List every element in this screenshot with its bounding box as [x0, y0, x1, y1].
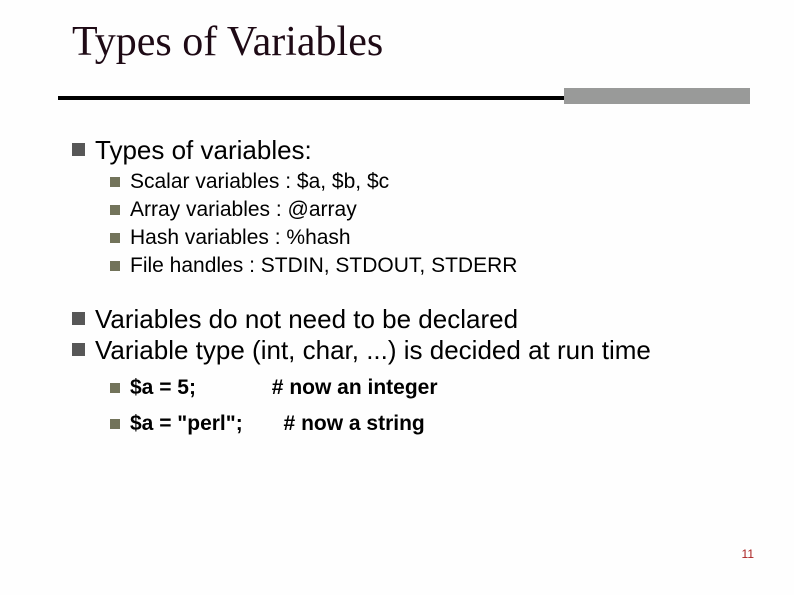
section2-examples: $a = 5; # now an integer $a = "perl"; # …	[110, 376, 742, 436]
bullet-l2: $a = "perl"; # now a string	[110, 412, 742, 436]
slide-content: Types of variables: Scalar variables : $…	[72, 135, 742, 436]
bullet-l1: Variables do not need to be declared	[72, 304, 742, 335]
square-bullet-icon	[72, 143, 85, 156]
square-bullet-icon	[110, 261, 120, 271]
section1-item: Hash variables : %hash	[130, 226, 351, 250]
example-line: $a = 5; # now an integer	[130, 376, 438, 400]
bullet-l1: Variable type (int, char, ...) is decide…	[72, 335, 742, 366]
square-bullet-icon	[110, 383, 120, 393]
square-bullet-icon	[72, 343, 85, 356]
section1-item: File handles : STDIN, STDOUT, STDERR	[130, 254, 517, 278]
square-bullet-icon	[110, 177, 120, 187]
section2-line1: Variables do not need to be declared	[95, 304, 518, 335]
bullet-l2: Array variables : @array	[110, 198, 742, 222]
bullet-l2: Hash variables : %hash	[110, 226, 742, 250]
bullet-l2: Scalar variables : $a, $b, $c	[110, 170, 742, 194]
bullet-l2: $a = 5; # now an integer	[110, 376, 742, 400]
divider-tab	[564, 88, 750, 104]
square-bullet-icon	[110, 419, 120, 429]
bullet-l2: File handles : STDIN, STDOUT, STDERR	[110, 254, 742, 278]
page-number: 11	[742, 547, 754, 561]
slide-title: Types of Variables	[72, 18, 383, 66]
bullet-l1: Types of variables:	[72, 135, 742, 166]
section1-item: Array variables : @array	[130, 198, 357, 222]
square-bullet-icon	[72, 312, 85, 325]
section1-heading: Types of variables:	[95, 135, 312, 166]
section1-item: Scalar variables : $a, $b, $c	[130, 170, 389, 194]
square-bullet-icon	[110, 205, 120, 215]
slide: Types of Variables Types of variables: S…	[0, 0, 794, 595]
example-line: $a = "perl"; # now a string	[130, 412, 425, 436]
section1-list: Scalar variables : $a, $b, $c Array vari…	[110, 170, 742, 278]
square-bullet-icon	[110, 233, 120, 243]
section2-line2: Variable type (int, char, ...) is decide…	[95, 335, 651, 366]
